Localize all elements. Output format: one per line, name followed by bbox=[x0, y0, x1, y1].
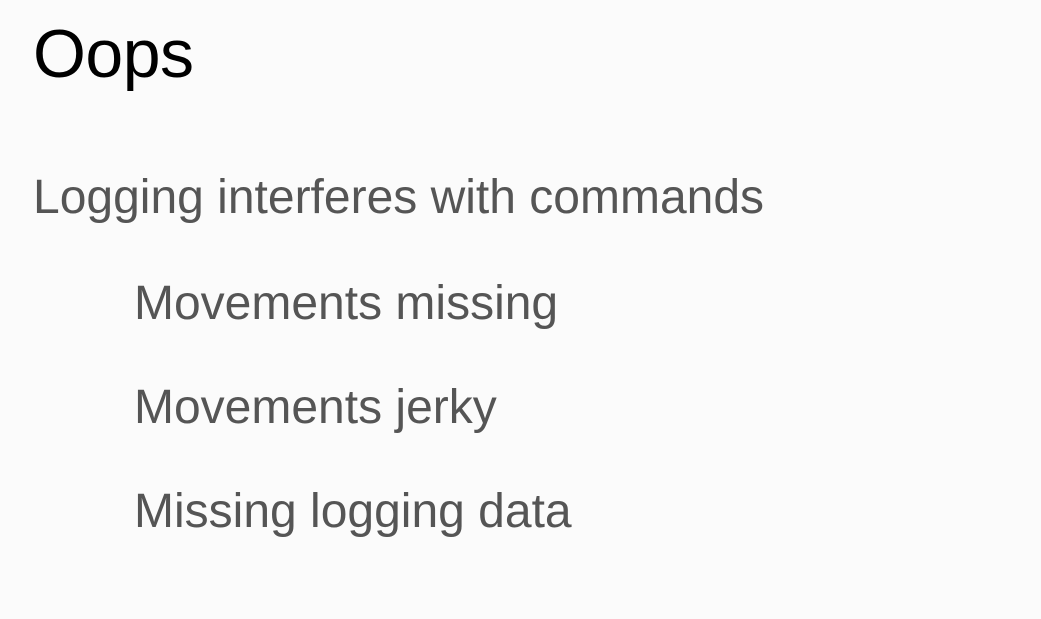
sub-bullet-movements-jerky: Movements jerky bbox=[134, 381, 497, 434]
slide: Oops Logging interferes with commands Mo… bbox=[0, 0, 1041, 619]
sub-bullet-missing-logging-data: Missing logging data bbox=[134, 485, 572, 538]
bullet-item-logging-interferes: Logging interferes with commands bbox=[33, 171, 765, 224]
sub-bullet-movements-missing: Movements missing bbox=[134, 277, 559, 330]
slide-title: Oops bbox=[33, 16, 194, 92]
